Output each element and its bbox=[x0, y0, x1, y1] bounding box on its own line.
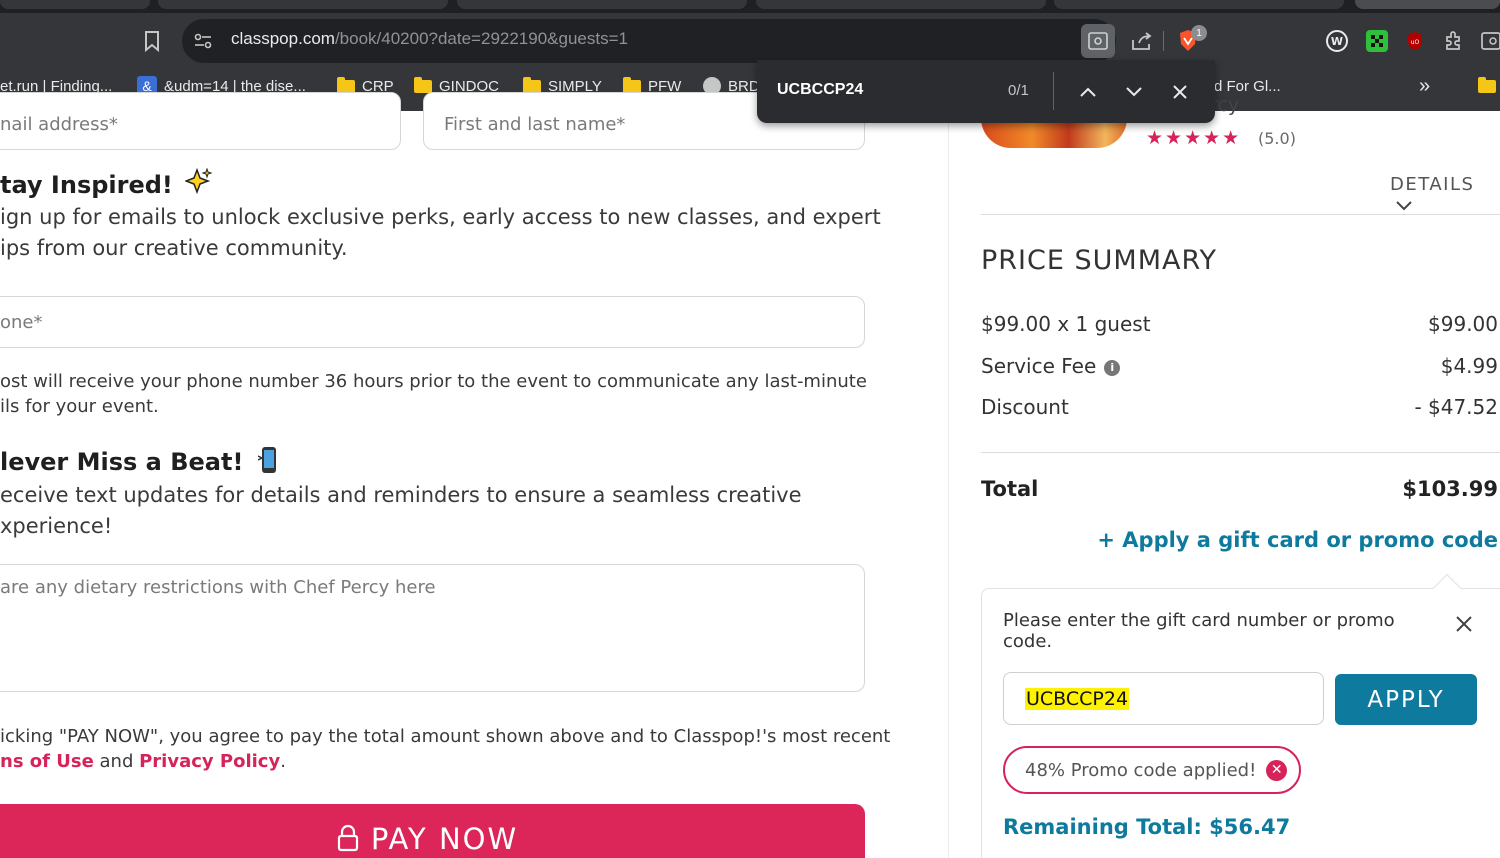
find-in-page-icon[interactable] bbox=[1081, 24, 1115, 58]
terms-and-text: and bbox=[93, 751, 140, 772]
sparkles-icon bbox=[184, 167, 213, 202]
beat-heading-text: lever Miss a Beat! bbox=[0, 448, 244, 476]
email-placeholder: nail address* bbox=[0, 114, 118, 135]
info-icon[interactable]: i bbox=[1104, 359, 1121, 376]
tab-strip bbox=[0, 0, 1500, 13]
extensions-puzzle-icon[interactable] bbox=[1442, 29, 1466, 53]
bookmarks-overflow-button[interactable]: » bbox=[1419, 74, 1430, 98]
chevron-down-icon[interactable] bbox=[1123, 82, 1145, 102]
line-item-label: Service Fee bbox=[981, 354, 1097, 378]
chevron-up-icon[interactable] bbox=[1077, 82, 1099, 102]
inspired-heading-text: tay Inspired! bbox=[0, 171, 173, 199]
sidebar-panel-icon[interactable] bbox=[1480, 29, 1500, 53]
browser-tab[interactable] bbox=[158, 0, 448, 9]
total-label: Total bbox=[981, 477, 1039, 501]
browser-tab[interactable] bbox=[457, 0, 747, 9]
terms-text: icking "PAY NOW", you agree to pay the t… bbox=[0, 726, 891, 747]
folder-icon bbox=[523, 76, 541, 93]
folder-icon bbox=[414, 76, 432, 93]
pay-now-label: PAY NOW bbox=[370, 822, 519, 856]
divider bbox=[981, 452, 1500, 453]
star-rating-icon: ★★★★★ bbox=[1146, 127, 1242, 149]
folder-icon bbox=[1478, 76, 1496, 93]
phone-placeholder: one* bbox=[0, 312, 43, 333]
find-separator bbox=[1053, 72, 1054, 110]
line-item-label: $99.00 x 1 guest bbox=[981, 312, 1151, 336]
line-item-value: $99.00 bbox=[1428, 312, 1498, 336]
apply-promo-link[interactable]: + Apply a gift card or promo code bbox=[1097, 528, 1498, 552]
beat-text-line: eceive text updates for details and remi… bbox=[0, 483, 802, 507]
inspired-heading: tay Inspired! bbox=[0, 167, 213, 202]
terms-period: . bbox=[280, 751, 286, 772]
details-toggle[interactable]: DETAILS bbox=[1390, 174, 1500, 218]
url-text[interactable]: classpop.com/book/40200?date=2922190&gue… bbox=[231, 29, 628, 49]
svg-text:uO: uO bbox=[1411, 39, 1420, 46]
bookmark-label: d For Gl... bbox=[1214, 77, 1281, 95]
folder-icon bbox=[623, 76, 641, 93]
promo-message-line: code. bbox=[1003, 631, 1053, 652]
inspired-text-line: ips from our creative community. bbox=[0, 236, 348, 260]
bookmark-folder[interactable] bbox=[1478, 74, 1496, 98]
extension-w-icon[interactable]: W bbox=[1326, 30, 1348, 52]
terms-links: ns of Use and Privacy Policy. bbox=[0, 749, 286, 774]
total-value: $103.99 bbox=[1402, 477, 1498, 501]
chevron-down-icon bbox=[1396, 195, 1412, 216]
url-path: /book/40200?date=2922190&guests=1 bbox=[334, 29, 628, 48]
mobile-phone-icon bbox=[257, 446, 280, 480]
share-icon[interactable] bbox=[1130, 29, 1154, 53]
promo-code-value: UCBCCP24 bbox=[1025, 688, 1130, 710]
url-host: classpop.com bbox=[231, 29, 335, 48]
promo-message-line: Please enter the gift card number or pro… bbox=[1003, 610, 1395, 631]
overflow-chevron-icon: » bbox=[1419, 74, 1431, 97]
pay-now-button[interactable]: PAY NOW bbox=[0, 804, 865, 858]
phone-note-line: ost will receive your phone number 36 ho… bbox=[0, 371, 867, 392]
terms-of-use-link[interactable]: ns of Use bbox=[0, 751, 94, 772]
apply-button[interactable]: APPLY bbox=[1335, 674, 1477, 725]
details-label: DETAILS bbox=[1390, 174, 1475, 195]
close-find-icon[interactable] bbox=[1169, 81, 1191, 103]
browser-tab[interactable] bbox=[0, 0, 150, 9]
site-settings-icon[interactable] bbox=[192, 30, 214, 52]
dietary-placeholder: are any dietary restrictions with Chef P… bbox=[0, 577, 436, 598]
name-placeholder: First and last name* bbox=[444, 114, 626, 135]
remove-promo-icon[interactable]: ✕ bbox=[1266, 759, 1288, 781]
divider bbox=[981, 214, 1500, 215]
price-summary-title: PRICE SUMMARY bbox=[981, 245, 1217, 276]
inspired-text-line: ign up for emails to unlock exclusive pe… bbox=[0, 205, 881, 229]
find-match-count: 0/1 bbox=[1008, 82, 1029, 99]
remaining-total: Remaining Total: $56.47 bbox=[1003, 815, 1291, 839]
folder-icon bbox=[337, 76, 355, 93]
ublock-icon[interactable]: uO bbox=[1405, 30, 1425, 52]
line-item-label: Discount bbox=[981, 395, 1069, 419]
beat-text-line: xperience! bbox=[0, 514, 113, 538]
phone-note-line: ils for your event. bbox=[0, 396, 159, 417]
promo-applied-badge: 48% Promo code applied! ✕ bbox=[1003, 746, 1301, 794]
close-icon[interactable] bbox=[1452, 612, 1476, 636]
lock-icon bbox=[337, 824, 359, 856]
column-divider bbox=[948, 111, 949, 858]
extension-grid-icon[interactable] bbox=[1366, 30, 1388, 52]
toolbar-separator bbox=[1163, 31, 1164, 51]
beat-heading: lever Miss a Beat! bbox=[0, 446, 280, 480]
rating-value: (5.0) bbox=[1258, 129, 1296, 148]
promo-panel-message: Please enter the gift card number or pro… bbox=[1003, 610, 1395, 652]
promo-applied-text: 48% Promo code applied! bbox=[1025, 759, 1257, 781]
browser-tab[interactable] bbox=[756, 0, 1046, 9]
find-input[interactable]: UCBCCP24 bbox=[777, 81, 863, 99]
bookmark-icon[interactable] bbox=[141, 28, 163, 54]
privacy-policy-link[interactable]: Privacy Policy bbox=[139, 751, 280, 772]
phone-field[interactable] bbox=[0, 296, 865, 348]
line-item-value: $4.99 bbox=[1440, 354, 1498, 378]
service-fee-row: Service Fee i bbox=[981, 354, 1121, 378]
browser-tab[interactable] bbox=[1355, 0, 1500, 9]
line-item-value: - $47.52 bbox=[1414, 395, 1498, 419]
browser-tab[interactable] bbox=[1054, 0, 1344, 9]
shields-badge: 1 bbox=[1191, 25, 1207, 41]
